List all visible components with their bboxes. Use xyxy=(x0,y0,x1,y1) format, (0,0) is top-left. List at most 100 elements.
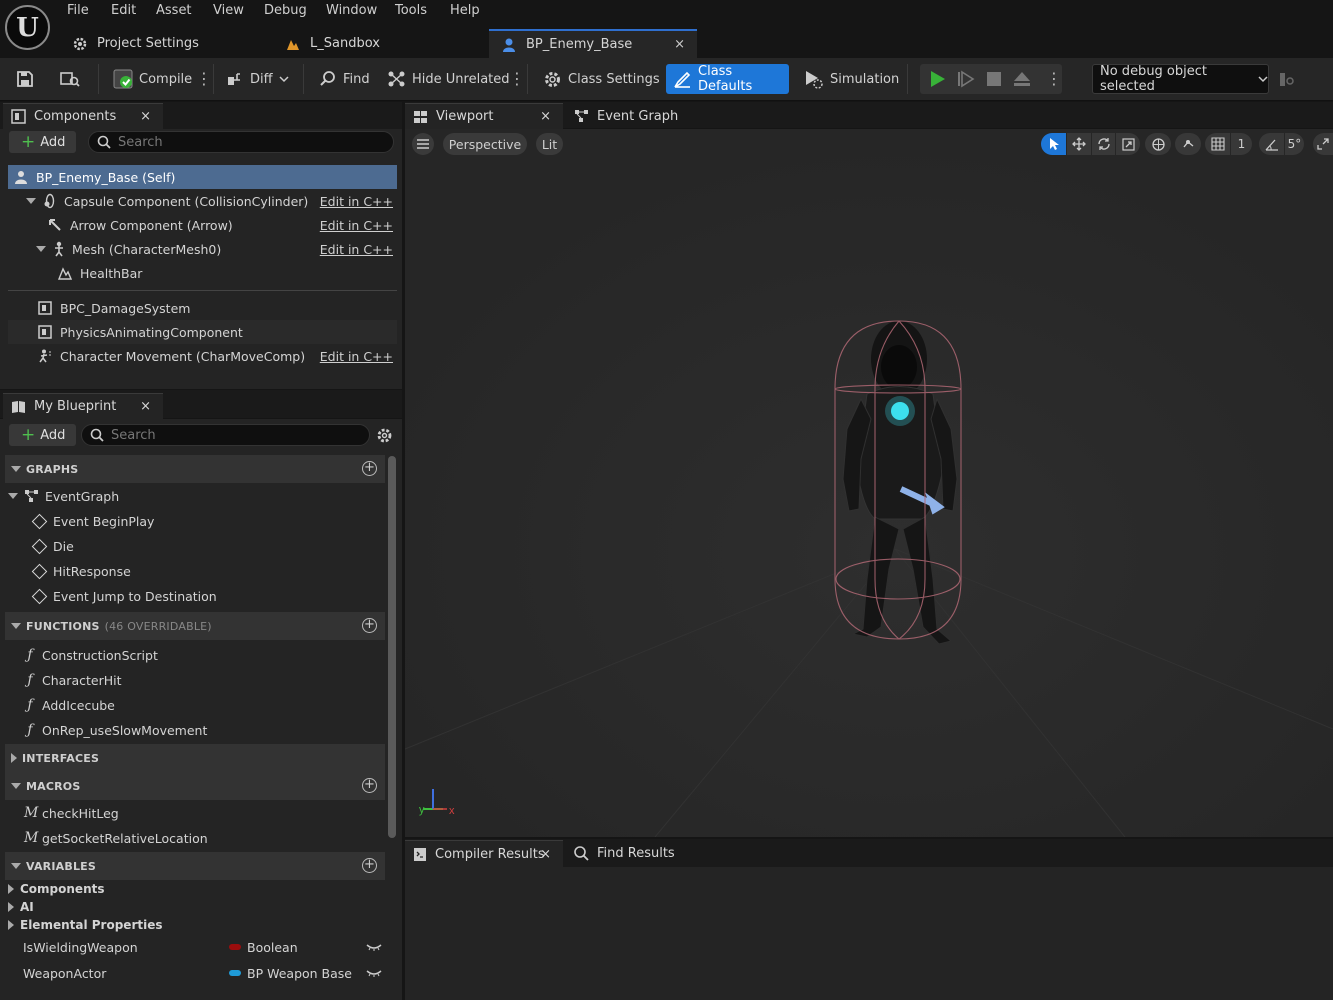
macro-checkhitleg[interactable]: McheckHitLeg xyxy=(24,802,119,824)
save-button[interactable] xyxy=(16,66,34,92)
variable-weaponactor[interactable]: WeaponActor BP Weapon Base xyxy=(23,962,388,984)
play-options-button[interactable]: ⋮ xyxy=(1046,66,1062,92)
add-component-button[interactable]: + Add xyxy=(9,131,76,153)
tab-components[interactable]: Components × xyxy=(3,103,163,129)
add-variable-button[interactable]: + xyxy=(362,858,377,873)
menu-debug[interactable]: Debug xyxy=(264,3,307,21)
menu-asset[interactable]: Asset xyxy=(156,3,192,21)
menu-edit[interactable]: Edit xyxy=(111,3,136,21)
my-blueprint-scrollbar[interactable] xyxy=(388,456,396,838)
advance-frame-button[interactable] xyxy=(957,66,975,92)
coordinate-system-button[interactable] xyxy=(1145,133,1171,155)
settings-gear-icon[interactable] xyxy=(376,427,393,444)
function-addicecube[interactable]: ƒ AddIcecube xyxy=(24,694,114,716)
tab-bp-enemy-base[interactable]: BP_Enemy_Base × xyxy=(489,29,697,58)
close-compiler-results-button[interactable]: × xyxy=(540,847,551,862)
surface-snapping-button[interactable] xyxy=(1175,133,1201,155)
close-components-button[interactable]: × xyxy=(140,109,151,124)
event-beginplay[interactable]: Event BeginPlay xyxy=(31,510,154,532)
class-settings-button[interactable]: Class Settings xyxy=(543,66,660,92)
edit-in-cpp-link[interactable]: Edit in C++ xyxy=(320,218,393,233)
diff-icon xyxy=(226,70,244,88)
eject-button[interactable] xyxy=(1013,66,1031,92)
tab-viewport[interactable]: Viewport × xyxy=(405,103,563,129)
component-healthbar[interactable]: HealthBar xyxy=(8,261,397,285)
class-defaults-button[interactable]: Class Defaults xyxy=(666,64,789,94)
debug-object-dropdown[interactable]: No debug object selected xyxy=(1092,64,1269,94)
rotation-snap-toggle[interactable] xyxy=(1259,133,1284,155)
tab-my-blueprint[interactable]: My Blueprint × xyxy=(3,393,163,419)
browse-button[interactable] xyxy=(60,66,80,92)
translate-mode-button[interactable] xyxy=(1067,133,1091,155)
close-viewport-button[interactable]: × xyxy=(540,109,551,124)
find-options-button[interactable]: ⋮ xyxy=(509,66,525,92)
variable-iswieldingweapon[interactable]: IsWieldingWeapon Boolean xyxy=(23,936,388,958)
find-button[interactable]: Find xyxy=(319,66,370,92)
compile-options-button[interactable]: ⋮ xyxy=(196,66,212,92)
play-button[interactable] xyxy=(928,66,946,92)
event-die[interactable]: Die xyxy=(31,535,74,557)
viewport-canvas[interactable]: y x xyxy=(405,129,1333,837)
var-group-elemental-properties[interactable]: Elemental Properties xyxy=(8,914,163,936)
grid-snap-toggle[interactable] xyxy=(1205,133,1230,155)
grid-snap-value[interactable]: 1 xyxy=(1231,133,1252,155)
tab-event-graph[interactable]: Event Graph xyxy=(566,103,686,129)
rotate-mode-button[interactable] xyxy=(1092,133,1115,155)
variable-name: WeaponActor xyxy=(23,965,107,981)
add-function-button[interactable]: + xyxy=(362,618,377,633)
component-capsule[interactable]: Capsule Component (CollisionCylinder) Ed… xyxy=(8,189,397,213)
close-tab-button[interactable]: × xyxy=(674,37,685,52)
add-macro-button[interactable]: + xyxy=(362,778,377,793)
event-hitresponse[interactable]: HitResponse xyxy=(31,560,131,582)
tab-l-sandbox[interactable]: L_Sandbox xyxy=(273,29,485,58)
add-member-button[interactable]: + Add xyxy=(9,424,76,446)
simulation-button[interactable]: Simulation xyxy=(804,66,899,92)
debug-browse-button[interactable] xyxy=(1279,66,1295,92)
menu-help[interactable]: Help xyxy=(450,3,480,21)
edit-in-cpp-link[interactable]: Edit in C++ xyxy=(320,349,393,364)
diff-button[interactable]: Diff xyxy=(226,66,289,92)
section-variables[interactable]: VARIABLES + xyxy=(5,852,385,880)
scale-mode-button[interactable] xyxy=(1116,133,1140,155)
menu-tools[interactable]: Tools xyxy=(395,3,427,21)
event-jump-to-destination[interactable]: Event Jump to Destination xyxy=(31,585,217,607)
component-mesh[interactable]: Mesh (CharacterMesh0) Edit in C++ xyxy=(8,237,397,261)
menu-window[interactable]: Window xyxy=(326,3,377,21)
section-macros[interactable]: MACROS + xyxy=(5,772,385,800)
close-my-blueprint-button[interactable]: × xyxy=(140,399,151,414)
unreal-logo-icon[interactable]: U xyxy=(5,5,50,50)
compile-button[interactable]: Compile xyxy=(113,66,192,92)
visibility-eye-icon[interactable] xyxy=(366,942,382,952)
edit-in-cpp-link[interactable]: Edit in C++ xyxy=(320,242,393,257)
hide-unrelated-button[interactable]: Hide Unrelated xyxy=(387,66,510,92)
function-constructionscript[interactable]: ƒ ConstructionScript xyxy=(24,644,157,666)
components-search-input[interactable]: Search xyxy=(88,131,394,153)
component-character-movement[interactable]: Character Movement (CharMoveComp) Edit i… xyxy=(8,344,397,368)
perspective-button[interactable]: Perspective xyxy=(443,133,527,155)
edit-in-cpp-link[interactable]: Edit in C++ xyxy=(320,194,393,209)
tab-find-results[interactable]: Find Results xyxy=(566,840,686,867)
my-blueprint-search-input[interactable]: Search xyxy=(81,424,370,446)
section-interfaces[interactable]: INTERFACES xyxy=(5,744,385,772)
function-characterhit[interactable]: ƒ CharacterHit xyxy=(24,669,121,691)
visibility-eye-icon[interactable] xyxy=(366,968,382,978)
section-functions[interactable]: FUNCTIONS (46 OVERRIDABLE) + xyxy=(5,612,385,640)
tab-project-settings[interactable]: Project Settings xyxy=(60,29,270,58)
component-self[interactable]: BP_Enemy_Base (Self) xyxy=(8,165,397,189)
view-mode-button[interactable]: Lit xyxy=(536,133,563,155)
select-mode-button[interactable] xyxy=(1041,133,1066,155)
menu-view[interactable]: View xyxy=(213,3,244,21)
function-onrep-useslowmovement[interactable]: ƒ OnRep_useSlowMovement xyxy=(24,719,207,741)
menu-file[interactable]: File xyxy=(67,3,89,21)
graph-eventgraph[interactable]: EventGraph xyxy=(8,485,119,507)
component-damage-system[interactable]: BPC_DamageSystem xyxy=(8,296,397,320)
component-arrow[interactable]: Arrow Component (Arrow) Edit in C++ xyxy=(8,213,397,237)
maximize-viewport-button[interactable] xyxy=(1313,133,1333,155)
macro-getsocketrelativelocation[interactable]: MgetSocketRelativeLocation xyxy=(24,827,208,849)
section-graphs[interactable]: GRAPHS + xyxy=(5,455,385,483)
stop-button[interactable] xyxy=(986,66,1002,92)
component-physics-animating[interactable]: PhysicsAnimatingComponent xyxy=(8,320,397,344)
add-graph-button[interactable]: + xyxy=(362,461,377,476)
tab-compiler-results[interactable]: Compiler Results × xyxy=(405,840,563,867)
viewport-options-button[interactable] xyxy=(412,133,434,155)
